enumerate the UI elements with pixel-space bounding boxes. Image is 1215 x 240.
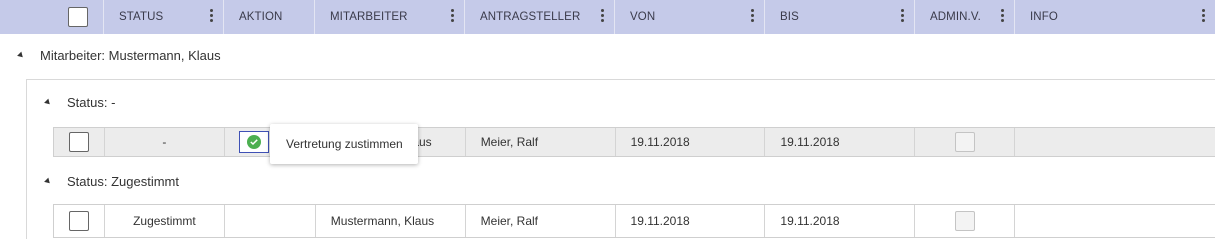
table-row[interactable]: Zugestimmt Mustermann, Klaus Meier, Ralf… [53,204,1215,238]
column-header-antragsteller[interactable]: ANTRAGSTELLER [465,0,615,34]
collapse-triangle-icon[interactable] [17,51,25,60]
cell-bis: 19.11.2018 [765,128,916,156]
row-checkbox[interactable] [69,211,89,231]
column-label-antragsteller: ANTRAGSTELLER [480,11,581,23]
collapse-triangle-icon[interactable] [44,177,52,186]
column-header-info[interactable]: INFO [1015,0,1215,34]
column-label-status: STATUS [119,11,164,23]
column-menu-icon[interactable] [450,9,454,25]
group-row-employee[interactable]: Mitarbeiter: Mustermann, Klaus [17,48,221,63]
group-row-status-none[interactable]: Status: - [44,95,116,110]
column-label-bis: BIS [780,11,799,23]
cell-mitarbeiter: Mustermann, Klaus [316,205,466,237]
row-checkbox[interactable] [69,132,89,152]
cell-antragsteller: Meier, Ralf [466,205,616,237]
select-all-checkbox[interactable] [68,7,88,27]
column-header-mitarbeiter[interactable]: MITARBEITER [315,0,465,34]
cell-status: - [105,128,225,156]
cell-info [1015,128,1215,156]
admin-checkbox-disabled [954,211,975,231]
table-row[interactable]: - aus Meier, Ralf 19.11.2018 19.11.2018 [53,127,1215,157]
group-label-status-approved: Status: Zugestimmt [67,174,179,189]
checkmark-circle-icon [246,135,261,149]
cell-von: 19.11.2018 [616,128,766,156]
column-label-admin: ADMIN.V. [930,11,981,23]
cell-von: 19.11.2018 [616,205,766,237]
group-label-employee: Mitarbeiter: Mustermann, Klaus [40,48,221,63]
cell-admin [915,128,1016,156]
cell-info [1015,205,1215,237]
header-select-cell [0,0,104,34]
row-select-cell [54,205,105,237]
column-menu-icon[interactable] [900,9,904,25]
column-label-von: VON [630,11,656,23]
action-tooltip: Vertretung zustimmen [270,124,418,164]
cell-status: Zugestimmt [105,205,225,237]
grid-header: STATUS AKTION MITARBEITER ANTRAGSTELLER … [0,0,1215,34]
column-label-info: INFO [1030,11,1058,23]
column-menu-icon[interactable] [750,9,754,25]
column-label-mitarbeiter: MITARBEITER [330,11,408,23]
column-header-status[interactable]: STATUS [104,0,224,34]
column-menu-icon[interactable] [1201,9,1205,25]
row-select-cell [54,128,105,156]
column-header-bis[interactable]: BIS [765,0,915,34]
group-row-status-approved[interactable]: Status: Zugestimmt [44,174,179,189]
collapse-triangle-icon[interactable] [44,98,52,107]
column-menu-icon[interactable] [1000,9,1004,25]
column-header-von[interactable]: VON [615,0,765,34]
cell-aktion [225,205,316,237]
column-label-aktion: AKTION [239,11,283,23]
cell-admin [915,205,1016,237]
admin-checkbox-disabled [954,132,975,152]
column-menu-icon[interactable] [209,9,213,25]
approve-substitution-button[interactable] [238,131,269,153]
column-menu-icon[interactable] [600,9,604,25]
group-label-status-none: Status: - [67,95,116,110]
cell-bis: 19.11.2018 [765,205,916,237]
column-header-aktion[interactable]: AKTION [224,0,315,34]
cell-antragsteller: Meier, Ralf [466,128,616,156]
column-header-admin[interactable]: ADMIN.V. [915,0,1015,34]
